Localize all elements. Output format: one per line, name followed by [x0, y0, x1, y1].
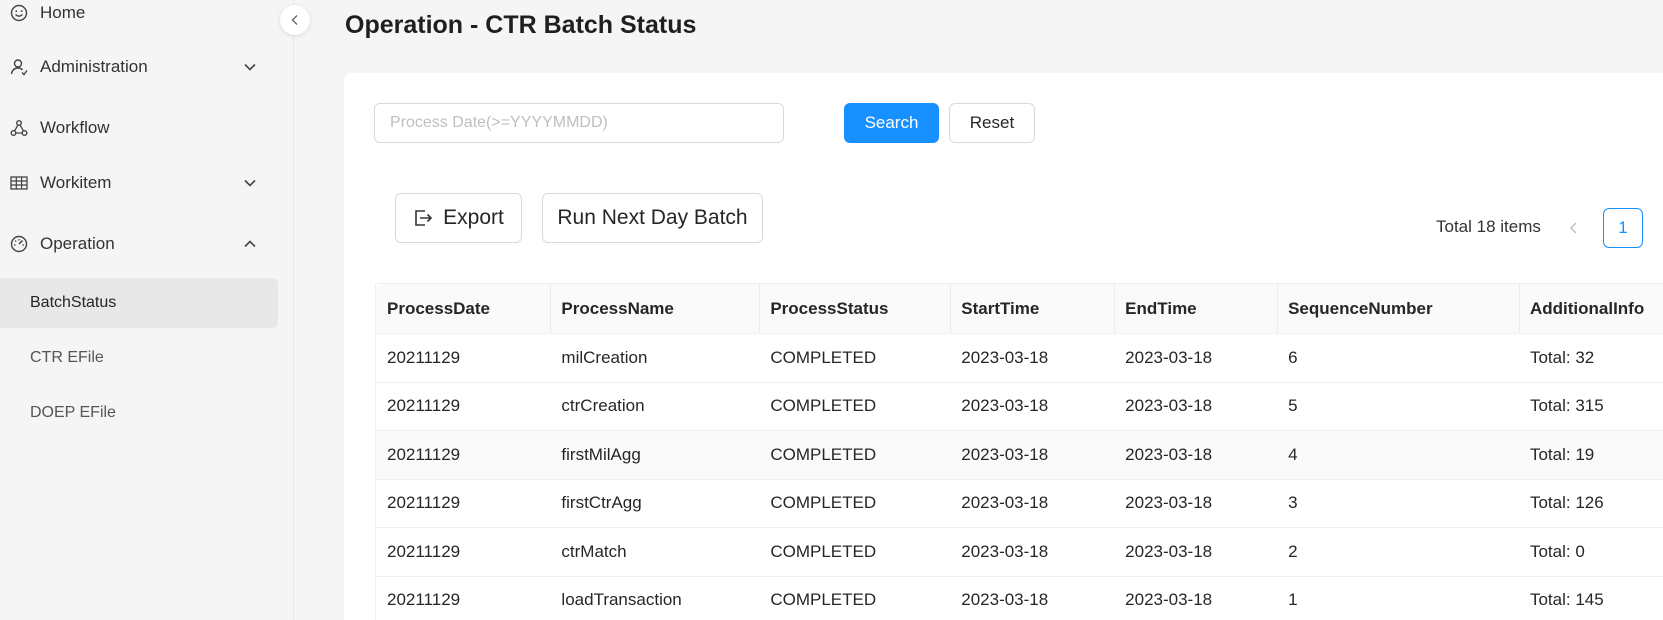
- cell-endtime: 2023-03-18: [1114, 382, 1278, 431]
- chevron-up-icon: [244, 240, 256, 248]
- column-header-additionalinfo[interactable]: AdditionalInfo: [1518, 283, 1663, 334]
- cell-additionalinfo: Total: 145: [1518, 576, 1663, 620]
- cell-endtime: 2023-03-18: [1114, 527, 1278, 577]
- cell-starttime: 2023-03-18: [950, 479, 1115, 528]
- column-header-sequencenumber[interactable]: SequenceNumber: [1277, 283, 1519, 334]
- cell-starttime: 2023-03-18: [950, 333, 1115, 383]
- cell-sequencenumber: 6: [1277, 333, 1519, 383]
- reset-button[interactable]: Reset: [949, 103, 1035, 143]
- table-header-row: ProcessDate ProcessName ProcessStatus St…: [375, 283, 1663, 334]
- search-button[interactable]: Search: [844, 103, 939, 143]
- batch-status-table: ProcessDate ProcessName ProcessStatus St…: [375, 283, 1663, 620]
- cell-processdate: 20211129: [375, 333, 551, 383]
- run-next-day-batch-button[interactable]: Run Next Day Batch: [542, 193, 763, 243]
- sidebar-item-label: Administration: [40, 57, 148, 76]
- export-button[interactable]: Export: [395, 193, 522, 243]
- dashboard-icon: [10, 235, 28, 253]
- cell-starttime: 2023-03-18: [950, 382, 1115, 431]
- cell-sequencenumber: 5: [1277, 382, 1519, 431]
- sidebar-subitem-ctr-efile[interactable]: CTR EFile: [0, 333, 278, 383]
- cell-processstatus: COMPLETED: [759, 430, 951, 480]
- sidebar-item-label: Operation: [40, 234, 115, 253]
- export-icon: [415, 210, 433, 226]
- cell-starttime: 2023-03-18: [950, 430, 1115, 480]
- cell-processdate: 20211129: [375, 576, 551, 620]
- cell-processstatus: COMPLETED: [759, 576, 951, 620]
- process-date-input[interactable]: [374, 103, 784, 143]
- table-row[interactable]: 20211129 loadTransaction COMPLETED 2023-…: [375, 576, 1663, 620]
- sidebar: Home Administration Workflow Workitem Op…: [0, 0, 294, 620]
- cell-sequencenumber: 1: [1277, 576, 1519, 620]
- cell-processname: milCreation: [550, 333, 760, 383]
- user-icon: [10, 59, 28, 76]
- cell-processdate: 20211129: [375, 527, 551, 577]
- sidebar-subitem-label: CTR EFile: [30, 349, 104, 366]
- cell-additionalinfo: Total: 0: [1518, 527, 1663, 577]
- cell-processdate: 20211129: [375, 430, 551, 480]
- cell-processstatus: COMPLETED: [759, 382, 951, 431]
- chevron-down-icon: [244, 179, 256, 187]
- table-row[interactable]: 20211129 firstCtrAgg COMPLETED 2023-03-1…: [375, 479, 1663, 528]
- cell-processdate: 20211129: [375, 479, 551, 528]
- sidebar-item-home[interactable]: Home: [0, 0, 294, 33]
- table-row[interactable]: 20211129 firstMilAgg COMPLETED 2023-03-1…: [375, 430, 1663, 480]
- sidebar-subitem-batchstatus[interactable]: BatchStatus: [0, 278, 278, 328]
- cell-endtime: 2023-03-18: [1114, 576, 1278, 620]
- cell-processstatus: COMPLETED: [759, 479, 951, 528]
- workflow-icon: [10, 120, 28, 136]
- cell-sequencenumber: 4: [1277, 430, 1519, 480]
- sidebar-item-workflow[interactable]: Workflow: [0, 108, 294, 148]
- cell-processstatus: COMPLETED: [759, 333, 951, 383]
- page-title: Operation - CTR Batch Status: [345, 11, 697, 39]
- cell-additionalinfo: Total: 315: [1518, 382, 1663, 431]
- sidebar-item-label: Home: [40, 3, 86, 22]
- table-row[interactable]: 20211129 ctrCreation COMPLETED 2023-03-1…: [375, 382, 1663, 431]
- table-row[interactable]: 20211129 milCreation COMPLETED 2023-03-1…: [375, 333, 1663, 383]
- column-header-endtime[interactable]: EndTime: [1114, 283, 1278, 334]
- cell-starttime: 2023-03-18: [950, 576, 1115, 620]
- column-header-starttime[interactable]: StartTime: [950, 283, 1115, 334]
- cell-sequencenumber: 3: [1277, 479, 1519, 528]
- cell-additionalinfo: Total: 19: [1518, 430, 1663, 480]
- chevron-left-icon: [291, 15, 298, 25]
- cell-processstatus: COMPLETED: [759, 527, 951, 577]
- cell-processname: ctrCreation: [550, 382, 760, 431]
- cell-endtime: 2023-03-18: [1114, 430, 1278, 480]
- pagination-prev-icon[interactable]: [1566, 217, 1582, 239]
- pagination-page-1[interactable]: 1: [1603, 208, 1643, 248]
- sidebar-item-label: Workitem: [40, 173, 112, 192]
- sidebar-subitem-doep-efile[interactable]: DOEP EFile: [0, 388, 278, 438]
- cell-sequencenumber: 2: [1277, 527, 1519, 577]
- cell-processname: firstCtrAgg: [550, 479, 760, 528]
- smile-icon: [10, 4, 28, 22]
- cell-processname: firstMilAgg: [550, 430, 760, 480]
- cell-processdate: 20211129: [375, 382, 551, 431]
- column-header-processdate[interactable]: ProcessDate: [375, 283, 551, 334]
- sidebar-item-administration[interactable]: Administration: [0, 47, 294, 87]
- sidebar-item-workitem[interactable]: Workitem: [0, 163, 294, 203]
- sidebar-collapse-button[interactable]: [280, 5, 310, 35]
- sidebar-subitem-label: BatchStatus: [30, 294, 117, 311]
- cell-starttime: 2023-03-18: [950, 527, 1115, 577]
- table-icon: [10, 176, 28, 190]
- table-row[interactable]: 20211129 ctrMatch COMPLETED 2023-03-18 2…: [375, 527, 1663, 577]
- pagination-total: Total 18 items: [1436, 217, 1541, 236]
- export-button-label: Export: [443, 206, 504, 229]
- cell-additionalinfo: Total: 32: [1518, 333, 1663, 383]
- cell-additionalinfo: Total: 126: [1518, 479, 1663, 528]
- cell-endtime: 2023-03-18: [1114, 333, 1278, 383]
- sidebar-item-label: Workflow: [40, 118, 110, 137]
- cell-processname: ctrMatch: [550, 527, 760, 577]
- sidebar-subitem-label: DOEP EFile: [30, 404, 116, 421]
- column-header-processname[interactable]: ProcessName: [550, 283, 760, 334]
- column-header-processstatus[interactable]: ProcessStatus: [759, 283, 951, 334]
- chevron-down-icon: [244, 63, 256, 71]
- cell-processname: loadTransaction: [550, 576, 760, 620]
- sidebar-item-operation[interactable]: Operation: [0, 224, 294, 264]
- cell-endtime: 2023-03-18: [1114, 479, 1278, 528]
